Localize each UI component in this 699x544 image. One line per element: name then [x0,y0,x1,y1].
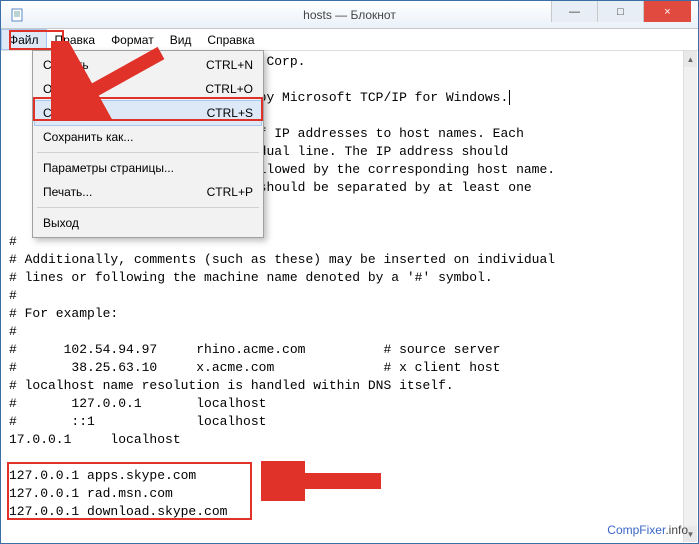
menu-item-shortcut: CTRL+O [205,82,253,96]
menu-item-параметры-страницы[interactable]: Параметры страницы... [35,156,261,180]
text-line: # ::1 localhost [9,413,682,431]
menu-справка[interactable]: Справка [199,29,262,50]
scroll-up-icon[interactable]: ▲ [684,51,697,67]
text-line: 127.0.0.1 rad.msn.com [9,485,682,503]
text-line [9,449,682,467]
watermark: CompFixer.info [607,523,688,537]
text-line: # localhost name resolution is handled w… [9,377,682,395]
menu-item-сохранить[interactable]: Сохранить CTRL+S [35,101,261,125]
text-line: 127.0.0.1 download.skype.com [9,503,682,521]
text-cursor [509,90,510,105]
window-controls: — □ × [551,1,691,22]
maximize-button[interactable]: □ [597,1,643,22]
text-line: 17.0.0.1 localhost [9,431,682,449]
menu-item-выход[interactable]: Выход [35,211,261,235]
menu-item-shortcut: CTRL+N [206,58,253,72]
menu-item-создать[interactable]: Создать CTRL+N [35,53,261,77]
menu-item-открыть[interactable]: Открыть... CTRL+O [35,77,261,101]
window-title: hosts — Блокнот [303,8,396,22]
menu-item-label: Сохранить как... [43,130,133,144]
menu-item-label: Сохранить [43,106,103,120]
text-line: # [9,287,682,305]
text-line: # 38.25.63.10 x.acme.com # x client host [9,359,682,377]
menu-item-label: Создать [43,58,89,72]
text-line: # 102.54.94.97 rhino.acme.com # source s… [9,341,682,359]
menu-item-label: Выход [43,216,79,230]
menu-item-label: Печать... [43,185,92,199]
text-line: # [9,323,682,341]
menu-item-печать[interactable]: Печать... CTRL+P [35,180,261,204]
menu-вид[interactable]: Вид [162,29,200,50]
menu-separator [37,152,259,153]
menubar: ФайлПравкаФорматВидСправка [1,29,698,51]
menu-separator [37,207,259,208]
menu-item-shortcut: CTRL+P [207,185,253,199]
menu-правка[interactable]: Правка [47,29,104,50]
titlebar: hosts — Блокнот — □ × [1,1,698,29]
text-line: # 127.0.0.1 localhost [9,395,682,413]
menu-item-shortcut: CTRL+S [207,106,253,120]
notepad-icon [9,7,25,23]
vertical-scrollbar[interactable]: ▲ ▼ [683,51,697,542]
text-line: 127.0.0.1 apps.skype.com [9,467,682,485]
menu-item-label: Параметры страницы... [43,161,174,175]
text-line: # lines or following the machine name de… [9,269,682,287]
menu-формат[interactable]: Формат [103,29,162,50]
menu-файл[interactable]: Файл [1,29,47,50]
text-line: # For example: [9,305,682,323]
menu-item-label: Открыть... [43,82,100,96]
text-line: # Additionally, comments (such as these)… [9,251,682,269]
minimize-button[interactable]: — [551,1,597,22]
close-button[interactable]: × [643,1,691,22]
menu-item-сохранить-как[interactable]: Сохранить как... [35,125,261,149]
file-menu-dropdown: Создать CTRL+N Открыть... CTRL+O Сохранить CT… [32,50,264,238]
